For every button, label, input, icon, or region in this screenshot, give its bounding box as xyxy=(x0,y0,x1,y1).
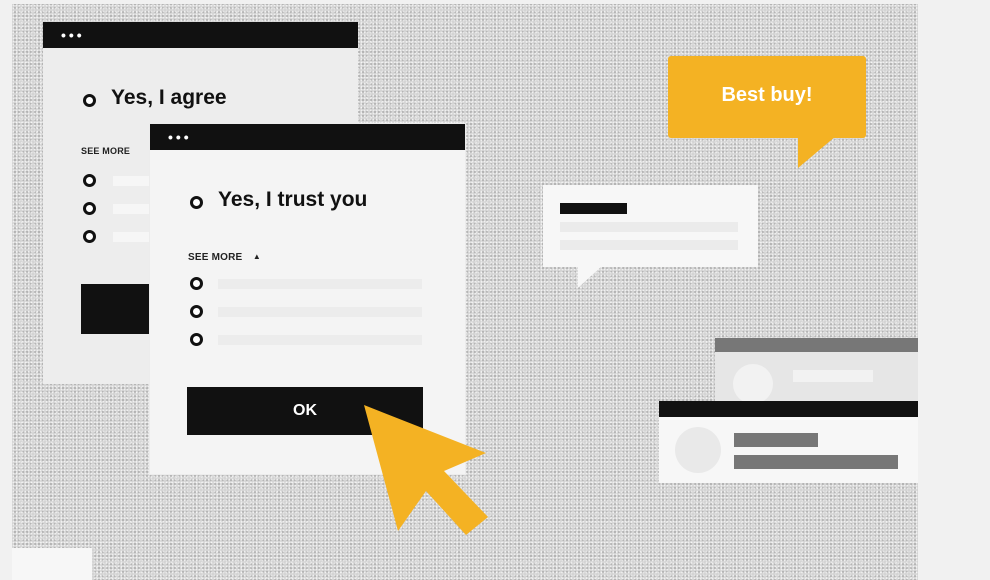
card-line-bar xyxy=(734,455,898,469)
window-controls-icon: ••• xyxy=(61,27,85,43)
option-placeholder-bar xyxy=(218,307,422,317)
option-placeholder-bar xyxy=(218,279,422,289)
bubble-tail xyxy=(578,266,602,288)
radio-icon[interactable] xyxy=(190,333,203,346)
front-window-titlebar: ••• xyxy=(150,124,465,150)
card-name-bar xyxy=(734,433,818,447)
option-placeholder-bar xyxy=(113,176,153,186)
radio-icon[interactable] xyxy=(83,230,96,243)
radio-icon[interactable] xyxy=(190,305,203,318)
back-card-header xyxy=(715,338,918,352)
see-more-label: SEE MORE xyxy=(188,252,243,263)
radio-icon[interactable] xyxy=(190,196,203,209)
best-buy-text: Best buy! xyxy=(721,84,813,106)
front-profile-card xyxy=(659,401,918,483)
window-controls-icon: ••• xyxy=(168,129,192,145)
chevron-up-icon: ▲ xyxy=(252,252,261,261)
see-more-toggle[interactable]: SEE MORE ▲ xyxy=(188,247,261,265)
front-window-headline: Yes, I trust you xyxy=(218,188,368,211)
best-buy-bubble: Best buy! xyxy=(668,56,866,138)
option-placeholder-bar xyxy=(113,232,153,242)
radio-icon[interactable] xyxy=(83,174,96,187)
corner-patch xyxy=(12,548,92,580)
option-placeholder-bar xyxy=(218,335,422,345)
back-profile-card xyxy=(715,338,918,408)
avatar xyxy=(675,427,721,473)
radio-icon[interactable] xyxy=(83,202,96,215)
back-ok-button[interactable] xyxy=(81,284,151,334)
radio-icon[interactable] xyxy=(83,94,96,107)
radio-icon[interactable] xyxy=(190,277,203,290)
option-placeholder-bar xyxy=(113,204,153,214)
avatar xyxy=(733,364,773,404)
message-line-bar xyxy=(560,240,738,250)
back-see-more-link[interactable]: SEE MORE xyxy=(81,146,130,156)
card-line-bar xyxy=(793,370,873,382)
front-card-header xyxy=(659,401,918,417)
back-window-titlebar: ••• xyxy=(43,22,358,48)
cursor-shape xyxy=(364,405,488,535)
message-title-bar xyxy=(560,203,627,214)
message-bubble xyxy=(543,185,758,267)
message-line-bar xyxy=(560,222,738,232)
pointer-arrow-icon xyxy=(364,405,488,535)
ok-button-label: OK xyxy=(293,402,317,419)
back-window-headline: Yes, I agree xyxy=(111,86,227,109)
bubble-tail xyxy=(798,136,836,168)
